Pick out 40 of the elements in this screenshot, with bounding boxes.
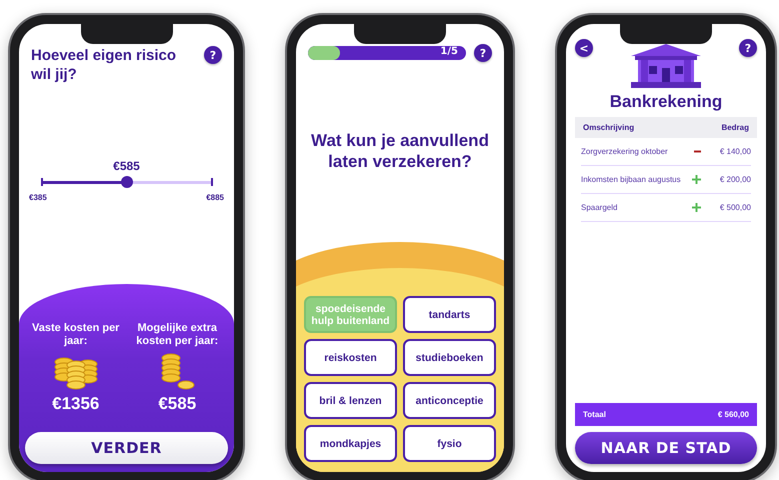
column-header: Omschrijving — [583, 123, 634, 132]
total-amount: € 560,00 — [718, 410, 749, 419]
plus-icon — [692, 175, 701, 184]
slider-value: €585 — [113, 159, 140, 173]
coin-stack-icon — [159, 352, 196, 390]
answer-option[interactable]: reiskosten — [304, 339, 397, 376]
answer-option[interactable]: mondkapjes — [304, 425, 397, 462]
answer-option[interactable]: tandarts — [403, 296, 496, 333]
naar-de-stad-button[interactable]: NAAR DE STAD — [575, 432, 757, 464]
question-title: Wat kun je aanvullend laten verzekeren? — [310, 130, 490, 172]
table-cell-text: € 140,00 — [718, 147, 751, 156]
slider-thumb[interactable] — [120, 176, 132, 188]
table-cell-text: Zorgverzekering oktober — [581, 147, 669, 156]
minus-icon — [694, 148, 701, 155]
progress-label: 1/5 — [440, 46, 458, 57]
help-button[interactable]: ? — [204, 46, 222, 64]
cost-amount: €585 — [158, 394, 196, 414]
cost-label: Vaste kosten per jaar: — [31, 322, 120, 348]
answer-option[interactable]: studieboeken — [403, 339, 496, 376]
cost-label: Mogelijke extra kosten per jaar: — [135, 322, 220, 348]
table-cell-text: Spaargeld — [581, 203, 618, 212]
table-cell-text: € 500,00 — [718, 203, 751, 212]
answer-option[interactable]: fysio — [403, 425, 496, 462]
slider-max-label: €885 — [206, 193, 224, 202]
slider-min-label: €385 — [29, 193, 47, 202]
cost-amount: €1356 — [52, 394, 100, 414]
page-title: Bankrekening — [608, 92, 724, 112]
help-button[interactable]: ? — [474, 44, 492, 62]
plus-icon — [692, 203, 701, 212]
answer-option[interactable]: anticonceptie — [403, 382, 496, 419]
total-label: Totaal — [583, 410, 606, 419]
bank-building-icon — [629, 44, 703, 88]
question-title: Hoeveel eigen risico wil jij? — [31, 46, 178, 84]
table-cell-text: € 200,00 — [718, 175, 751, 184]
help-button[interactable]: ? — [739, 39, 757, 57]
answer-option[interactable]: bril & lenzen — [304, 382, 397, 419]
verder-button[interactable]: VERDER — [25, 432, 228, 464]
back-button[interactable]: < — [575, 39, 593, 57]
column-header: Bedrag — [721, 123, 749, 132]
table-cell-text: Inkomsten bijbaan augustus — [581, 175, 682, 184]
